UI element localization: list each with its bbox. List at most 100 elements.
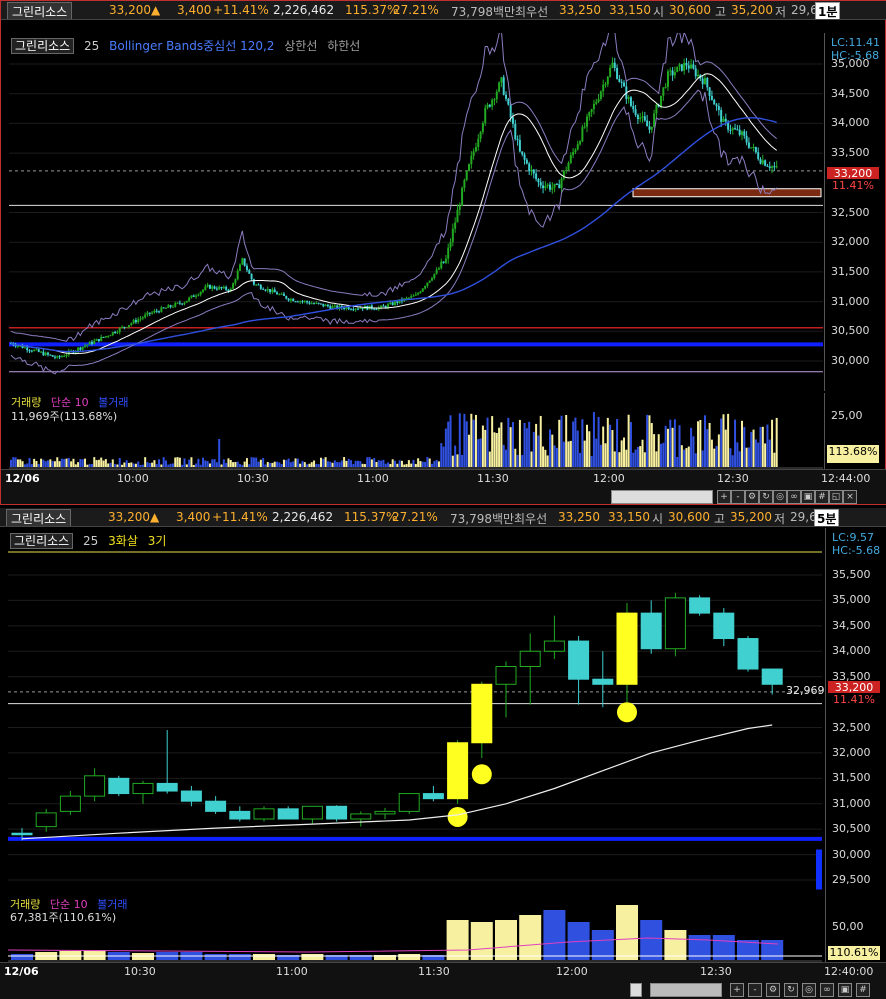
candle-body — [269, 289, 272, 293]
candle-body — [144, 314, 147, 318]
candle-body — [227, 289, 230, 291]
volume-bar — [764, 443, 767, 467]
symbol-label[interactable]: 그린리소스 — [7, 2, 73, 19]
refresh-icon-bottom[interactable]: ↻ — [784, 983, 798, 997]
candle-body — [299, 301, 302, 303]
candle-body — [412, 295, 415, 297]
settings-icon[interactable]: ⚙ — [745, 490, 759, 504]
lc-label: LC:11.41 — [831, 36, 881, 49]
pin-icon-bottom[interactable]: ◎ — [802, 983, 816, 997]
candle-body — [447, 247, 450, 259]
candle-body — [666, 71, 669, 87]
volume-bar — [493, 432, 496, 467]
candle-body — [118, 327, 121, 333]
volume-bar — [548, 429, 551, 467]
volume-bar — [299, 463, 302, 467]
timeframe-button-bottom[interactable]: 5분 — [814, 509, 840, 526]
change-value-bottom: 3,400 — [176, 510, 211, 524]
candle-body — [317, 302, 320, 304]
candle-body — [465, 170, 468, 181]
candle-body — [431, 278, 434, 281]
candle-body — [437, 268, 440, 270]
volume-bar — [44, 461, 47, 467]
volume-bar — [204, 954, 227, 960]
candle-body — [551, 187, 554, 190]
candle-body — [42, 351, 45, 356]
top-x-tick: 12/06 — [5, 472, 40, 485]
bottom-x-tick: 12:30 — [700, 965, 732, 978]
link-icon[interactable]: ∞ — [787, 490, 801, 504]
volume-bar — [757, 442, 760, 467]
print-icon[interactable]: ▣ — [801, 490, 815, 504]
zoom-out-icon-bottom[interactable]: - — [748, 983, 762, 997]
close-icon[interactable]: × — [843, 490, 857, 504]
volume-bar — [245, 458, 248, 467]
volume-bar — [359, 461, 362, 467]
bottom-price-chart[interactable] — [8, 528, 822, 900]
candle-body — [195, 295, 198, 297]
pin-icon[interactable]: ◎ — [773, 490, 787, 504]
time-scroll-track-bottom[interactable] — [650, 983, 722, 997]
candle-body — [768, 166, 771, 168]
candle-body — [720, 110, 723, 122]
symbol-label-bottom[interactable]: 그린리소스 — [6, 509, 72, 526]
settings-icon-bottom[interactable]: ⚙ — [766, 983, 780, 997]
time-scrollbar[interactable] — [611, 490, 713, 504]
top-x-tick: 12:30 — [717, 472, 749, 485]
volume-bar — [426, 457, 429, 467]
link-icon-bottom[interactable]: ∞ — [820, 983, 834, 997]
top-volume-chart[interactable] — [9, 393, 823, 469]
candle-body — [581, 127, 584, 142]
volume-bar — [676, 456, 679, 467]
volume-bar — [51, 461, 54, 467]
time-scrollbar-bottom[interactable] — [630, 983, 642, 997]
candle-body — [262, 288, 265, 290]
volume-bar — [500, 422, 503, 467]
volume-bar — [148, 463, 151, 467]
grid-icon-bottom[interactable]: # — [856, 983, 870, 997]
candle-body — [766, 165, 769, 167]
candle-body — [678, 64, 681, 67]
expand-icon[interactable]: ◱ — [829, 490, 843, 504]
zoom-in-icon[interactable]: + — [717, 490, 731, 504]
top-price-chart[interactable] — [9, 33, 823, 391]
candle-body — [232, 283, 235, 289]
candle-body — [724, 118, 727, 122]
volume-bar — [417, 458, 420, 467]
volume-bar — [474, 414, 477, 467]
candle-body — [178, 302, 181, 304]
volume-bar — [35, 461, 38, 467]
candle-body — [516, 139, 519, 141]
top-y-tick: 34,000 — [831, 116, 870, 130]
candle-body — [384, 306, 387, 308]
volume-bar — [273, 461, 276, 467]
print-icon-bottom[interactable]: ▣ — [838, 983, 852, 997]
refresh-icon[interactable]: ↻ — [759, 490, 773, 504]
candle-body — [180, 790, 202, 802]
volume-bar — [558, 419, 561, 467]
timeframe-button[interactable]: 1분 — [815, 2, 841, 19]
vol-ratio: 115.37% — [345, 3, 399, 17]
candle-body — [574, 149, 577, 152]
volume-bar — [67, 457, 70, 467]
candle-body — [424, 286, 427, 289]
candle-body — [484, 107, 487, 124]
candle-body — [206, 284, 209, 287]
bottom-volume-chart[interactable] — [8, 894, 822, 962]
top-y-tick: 31,500 — [831, 264, 870, 278]
zoom-out-icon[interactable]: - — [731, 490, 745, 504]
top-y-tick: 30,500 — [831, 324, 870, 338]
volume-bar — [697, 421, 700, 467]
candle-body — [130, 323, 133, 325]
volume-bar — [380, 460, 383, 467]
candle-body — [141, 317, 144, 319]
grid-icon[interactable]: # — [815, 490, 829, 504]
volume-bar — [377, 460, 380, 467]
volume-bar — [523, 422, 526, 467]
candle-body — [456, 209, 459, 223]
zoom-in-icon-bottom[interactable]: + — [730, 983, 744, 997]
volume-bar — [579, 452, 582, 467]
volume-bar — [465, 421, 468, 467]
volume-bar — [687, 446, 690, 467]
candle-body — [121, 326, 124, 328]
